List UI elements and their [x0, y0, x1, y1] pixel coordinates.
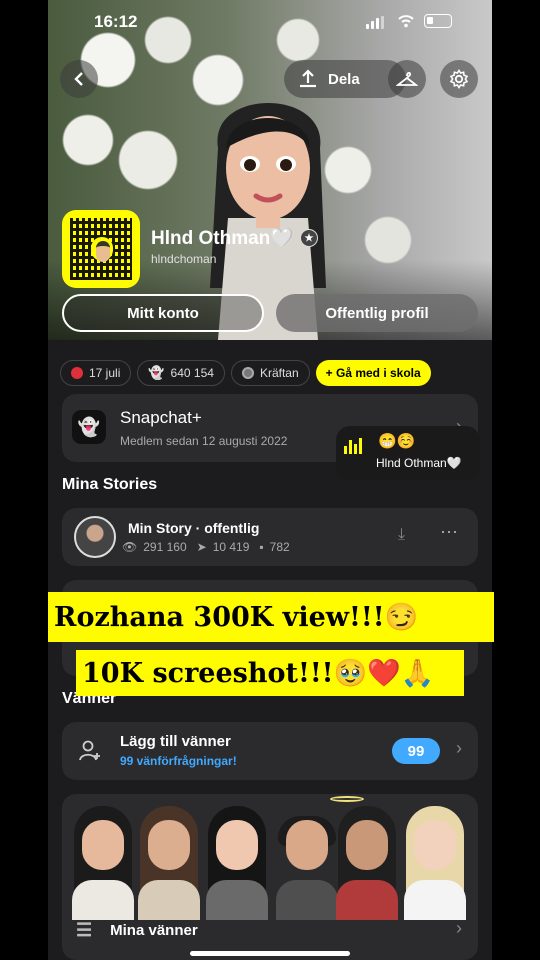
wifi-icon: [398, 15, 414, 28]
story-screenshots: 782: [269, 540, 290, 554]
eye-icon: 👁: [122, 540, 138, 554]
ghost-icon: 👻: [148, 365, 165, 380]
status-time: 16:12: [94, 12, 138, 31]
join-school-chip[interactable]: + Gå med i skola: [315, 360, 431, 386]
stories-heading: Mina Stories: [62, 476, 158, 493]
hanger-icon: [396, 71, 418, 86]
friend-bitmoji: [134, 806, 204, 920]
status-bar: 16:12: [48, 10, 492, 34]
chevron-left-icon: [74, 72, 83, 86]
friend-bitmoji: [202, 806, 272, 920]
outfit-button[interactable]: [388, 60, 426, 98]
story-title: Min Story · offentlig: [128, 520, 260, 536]
add-friends-card[interactable]: Lägg till vänner 99 vänförfrågningar! 99…: [62, 722, 478, 780]
settings-button[interactable]: [440, 60, 478, 98]
story-reply-bubble: 😁☺️ Hlnd Othman🤍: [336, 426, 480, 480]
friend-bitmoji: [332, 806, 402, 920]
more-icon[interactable]: ⋯: [440, 522, 458, 543]
add-friend-icon: [79, 740, 100, 761]
back-button[interactable]: [60, 60, 98, 98]
score-label: 640 154: [170, 366, 214, 380]
snapchat-plus-icon: 👻: [72, 410, 106, 444]
zodiac-label: Kräftan: [259, 366, 299, 380]
balloon-icon: [71, 367, 83, 379]
story-thumbnail: [74, 516, 116, 558]
profile-username: hlndchoman: [151, 252, 217, 266]
bubble-name: Hlnd Othman🤍: [376, 456, 462, 470]
list-icon: ☰: [76, 920, 93, 940]
friend-bitmoji: [400, 806, 470, 920]
my-friends-row[interactable]: ☰ Mina vänner: [76, 920, 198, 941]
profile-name: Hlnd Othman🤍 ★: [151, 226, 318, 250]
friend-requests-count: 99 vänförfrågningar!: [120, 754, 237, 768]
audio-bars-icon: [344, 438, 362, 454]
share-arrow-icon: ➤: [196, 540, 207, 554]
story-views: 291 160: [143, 540, 187, 554]
caption-banner-screenshots: 10K screeshot!!!🥹❤️🙏: [76, 650, 464, 696]
my-account-button[interactable]: Mitt konto: [62, 294, 264, 332]
birthday-chip[interactable]: 17 juli: [60, 360, 132, 386]
screenshot-icon: ▪: [259, 540, 264, 554]
birthday-label: 17 juli: [89, 366, 121, 380]
story-stats: 👁 291 160 ➤ 10 419 ▪ 782: [122, 540, 290, 554]
friend-bitmoji: [68, 806, 138, 920]
snapcode-pattern: [70, 218, 132, 280]
cellular-signal-icon: [366, 16, 384, 29]
snapcode[interactable]: [62, 210, 140, 288]
share-icon: [300, 69, 316, 88]
friend-requests-badge: 99: [392, 738, 440, 764]
public-profile-button[interactable]: Offentlig profil: [276, 294, 478, 332]
battery-icon: [424, 14, 452, 28]
snapcode-bitmoji: [91, 237, 113, 262]
bubble-emoji: 😁☺️: [378, 433, 416, 450]
add-friends-title: Lägg till vänner: [120, 733, 231, 750]
zodiac-chip[interactable]: Kräftan: [230, 360, 310, 386]
story-shares: 10 419: [212, 540, 250, 554]
snapchat-plus-subtitle: Medlem sedan 12 augusti 2022: [120, 434, 288, 448]
gear-icon: [449, 69, 469, 89]
chevron-right-icon: ›: [456, 918, 462, 938]
zodiac-icon: [241, 367, 254, 379]
score-chip[interactable]: 👻 640 154: [137, 360, 225, 386]
home-indicator[interactable]: [190, 951, 350, 956]
profile-chips: 17 juli 👻 640 154 Kräftan + Gå med i skol…: [60, 360, 431, 386]
chevron-right-icon: ›: [456, 738, 462, 758]
display-name: Hlnd Othman🤍: [151, 228, 294, 249]
halo-icon: [330, 796, 364, 802]
my-story-card[interactable]: Min Story · offentlig 👁 291 160 ➤ 10 419 ▪…: [62, 508, 478, 566]
share-label: Dela: [328, 70, 360, 88]
download-icon[interactable]: ⤓: [398, 526, 405, 544]
star-badge-icon: ★: [299, 229, 318, 247]
my-friends-label: Mina vänner: [110, 922, 198, 939]
snapchat-plus-title: Snapchat+: [120, 408, 202, 427]
profile-screen: 16:12 Dela Hlnd Othman🤍 ★ hlndchoman Mit…: [48, 0, 492, 960]
friends-bitmoji-card[interactable]: ☰ Mina vänner ›: [62, 794, 478, 960]
caption-banner-views: Rozhana 300K view!!!😏: [48, 592, 494, 642]
